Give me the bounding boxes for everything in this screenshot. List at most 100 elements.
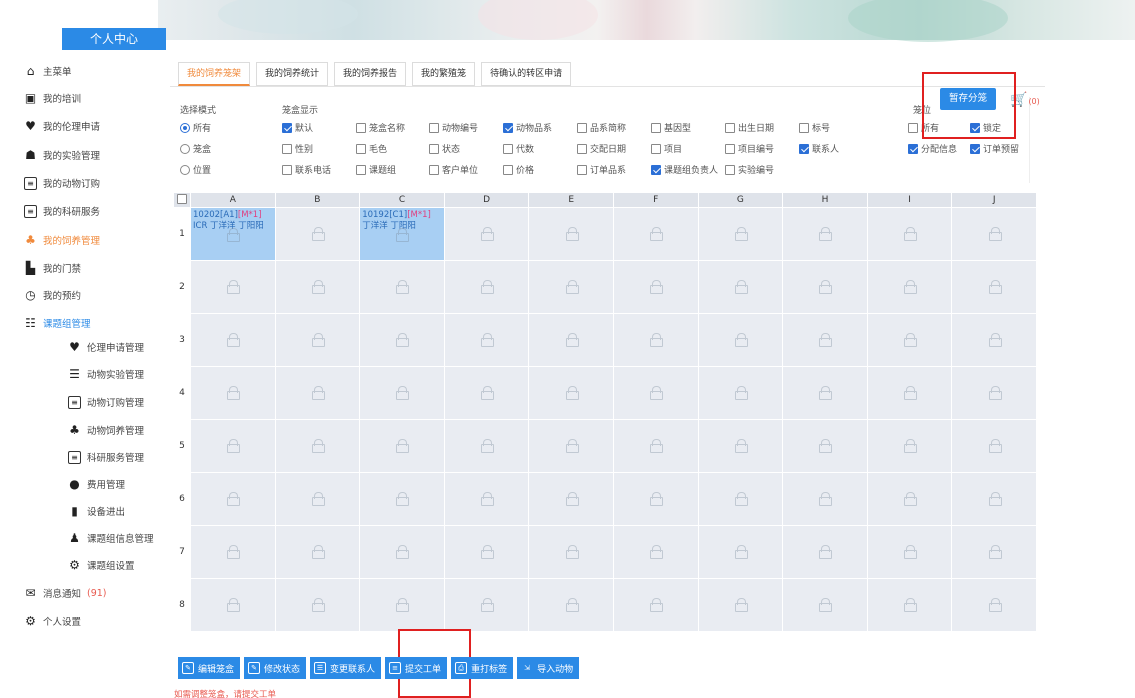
sidebar-item-experiments[interactable]: ☗ 我的实验管理 — [24, 145, 100, 165]
tab-feeding-report[interactable]: 我的饲养报告 — [334, 62, 407, 86]
checkbox-control[interactable] — [503, 143, 513, 154]
display-checkbox[interactable]: 课题组 — [356, 163, 396, 176]
checkbox-control[interactable] — [282, 122, 292, 133]
cage-cell[interactable] — [190, 525, 276, 579]
sidebar-subitem-feeding[interactable]: ♣ 动物饲养管理 — [68, 420, 144, 440]
display-checkbox[interactable]: 毛色 — [356, 142, 387, 155]
checkbox-control[interactable] — [651, 164, 661, 175]
checkbox-control[interactable] — [429, 122, 439, 133]
cage-cell[interactable] — [866, 525, 953, 579]
cage-cell[interactable] — [528, 260, 614, 314]
cage-cell[interactable] — [782, 419, 868, 473]
cage-cell[interactable] — [782, 366, 868, 420]
display-checkbox[interactable]: 出生日期 — [725, 121, 774, 134]
display-checkbox[interactable]: 联系电话 — [282, 163, 331, 176]
checkbox-control[interactable] — [577, 122, 587, 133]
display-checkbox[interactable]: 品系简称 — [577, 121, 626, 134]
checkbox-control[interactable] — [651, 122, 661, 133]
mode-radio-position[interactable]: 位置 — [180, 163, 211, 176]
cage-cell[interactable] — [612, 207, 699, 261]
cage-cell[interactable] — [951, 207, 1037, 261]
slot-checkbox-assignment[interactable]: 分配信息 — [908, 142, 957, 155]
tab-cage-rack[interactable]: 我的饲养笼架 — [178, 62, 251, 86]
cage-cell[interactable] — [274, 578, 361, 632]
sidebar-item-training[interactable]: ▣ 我的培训 — [24, 88, 81, 108]
cage-cell[interactable] — [612, 260, 699, 314]
display-checkbox[interactable]: 基因型 — [651, 121, 691, 134]
submit-ticket-button[interactable]: ≡ 提交工单 — [385, 657, 448, 679]
radio-control[interactable] — [180, 164, 190, 175]
radio-control[interactable] — [180, 122, 190, 133]
cage-cell[interactable] — [528, 366, 614, 420]
cage-cell[interactable] — [274, 260, 361, 314]
select-all-cell[interactable] — [173, 193, 191, 208]
checkbox-control[interactable] — [429, 143, 439, 154]
display-checkbox[interactable]: 价格 — [503, 163, 534, 176]
sidebar-item-messages[interactable]: ✉ 消息通知 (91) — [24, 583, 106, 603]
cage-cell[interactable] — [782, 313, 868, 367]
cage-cell[interactable] — [612, 578, 699, 632]
cage-cell[interactable] — [443, 313, 530, 367]
cage-cell[interactable] — [697, 207, 784, 261]
cage-cell-c1[interactable]: 10192[C1][M*1] 丁洋洋 丁阳阳 — [359, 207, 445, 261]
edit-cage-button[interactable]: ✎ 编辑笼盒 — [178, 657, 241, 679]
cage-cell[interactable] — [951, 525, 1037, 579]
cage-cell[interactable] — [866, 260, 953, 314]
display-checkbox[interactable]: 订单品系 — [577, 163, 626, 176]
cage-cell[interactable] — [443, 525, 530, 579]
checkbox-control[interactable] — [725, 143, 735, 154]
checkbox-control[interactable] — [577, 164, 587, 175]
checkbox-control[interactable] — [429, 164, 439, 175]
display-checkbox[interactable]: 动物品系 — [503, 121, 552, 134]
sidebar-item-services[interactable]: ≡ 我的科研服务 — [24, 201, 100, 221]
cage-cell[interactable] — [359, 419, 445, 473]
import-animals-button[interactable]: ⇲ 导入动物 — [517, 657, 580, 679]
checkbox-control[interactable] — [970, 143, 980, 154]
cage-cell[interactable] — [951, 366, 1037, 420]
cage-cell[interactable] — [612, 472, 699, 526]
cage-cell[interactable] — [528, 313, 614, 367]
tab-feeding-stats[interactable]: 我的饲养统计 — [256, 62, 329, 86]
cage-cell[interactable] — [612, 419, 699, 473]
cage-cell[interactable] — [443, 207, 530, 261]
checkbox-control[interactable] — [503, 164, 513, 175]
checkbox-control[interactable] — [651, 143, 661, 154]
checkbox-control[interactable] — [725, 164, 735, 175]
cage-cell[interactable] — [782, 260, 868, 314]
cage-cell[interactable] — [528, 419, 614, 473]
checkbox-control[interactable] — [908, 143, 918, 154]
cage-cell[interactable] — [782, 578, 868, 632]
sidebar-subitem-ethics[interactable]: ♥ 伦理申请管理 — [68, 337, 144, 357]
slot-checkbox-reserved[interactable]: 订单预留 — [970, 142, 1019, 155]
mode-radio-all[interactable]: 所有 — [180, 121, 211, 134]
cage-cell[interactable] — [443, 578, 530, 632]
cage-cell[interactable] — [190, 313, 276, 367]
cage-cell[interactable] — [612, 313, 699, 367]
checkbox-control[interactable] — [282, 164, 292, 175]
cage-cell[interactable] — [612, 366, 699, 420]
display-checkbox[interactable]: 交配日期 — [577, 142, 626, 155]
cage-cell[interactable] — [528, 578, 614, 632]
cage-cell[interactable] — [782, 207, 868, 261]
cage-cell[interactable] — [190, 260, 276, 314]
checkbox-control[interactable] — [799, 143, 809, 154]
sidebar-item-personal-settings[interactable]: ⚙ 个人设置 — [24, 611, 81, 631]
checkbox-control[interactable] — [799, 122, 809, 133]
display-checkbox[interactable]: 课题组负责人 — [651, 163, 718, 176]
sidebar-subitem-orders[interactable]: ≡ 动物订购管理 — [68, 392, 144, 412]
display-checkbox[interactable]: 项目 — [651, 142, 682, 155]
cage-cell[interactable] — [612, 525, 699, 579]
cage-cell[interactable] — [866, 419, 953, 473]
cage-cell[interactable] — [359, 260, 445, 314]
cage-cell[interactable] — [697, 260, 784, 314]
cage-cell[interactable] — [443, 260, 530, 314]
cage-cell[interactable] — [697, 578, 784, 632]
cage-cell[interactable] — [359, 578, 445, 632]
display-checkbox[interactable]: 联系人 — [799, 142, 839, 155]
cage-cell[interactable] — [528, 207, 614, 261]
cage-cell[interactable] — [274, 313, 361, 367]
sidebar-subitem-services[interactable]: ≡ 科研服务管理 — [68, 447, 144, 467]
sidebar-item-feeding[interactable]: ♣ 我的饲养管理 — [24, 230, 100, 250]
display-checkbox[interactable]: 实验编号 — [725, 163, 774, 176]
cage-cell[interactable] — [359, 472, 445, 526]
